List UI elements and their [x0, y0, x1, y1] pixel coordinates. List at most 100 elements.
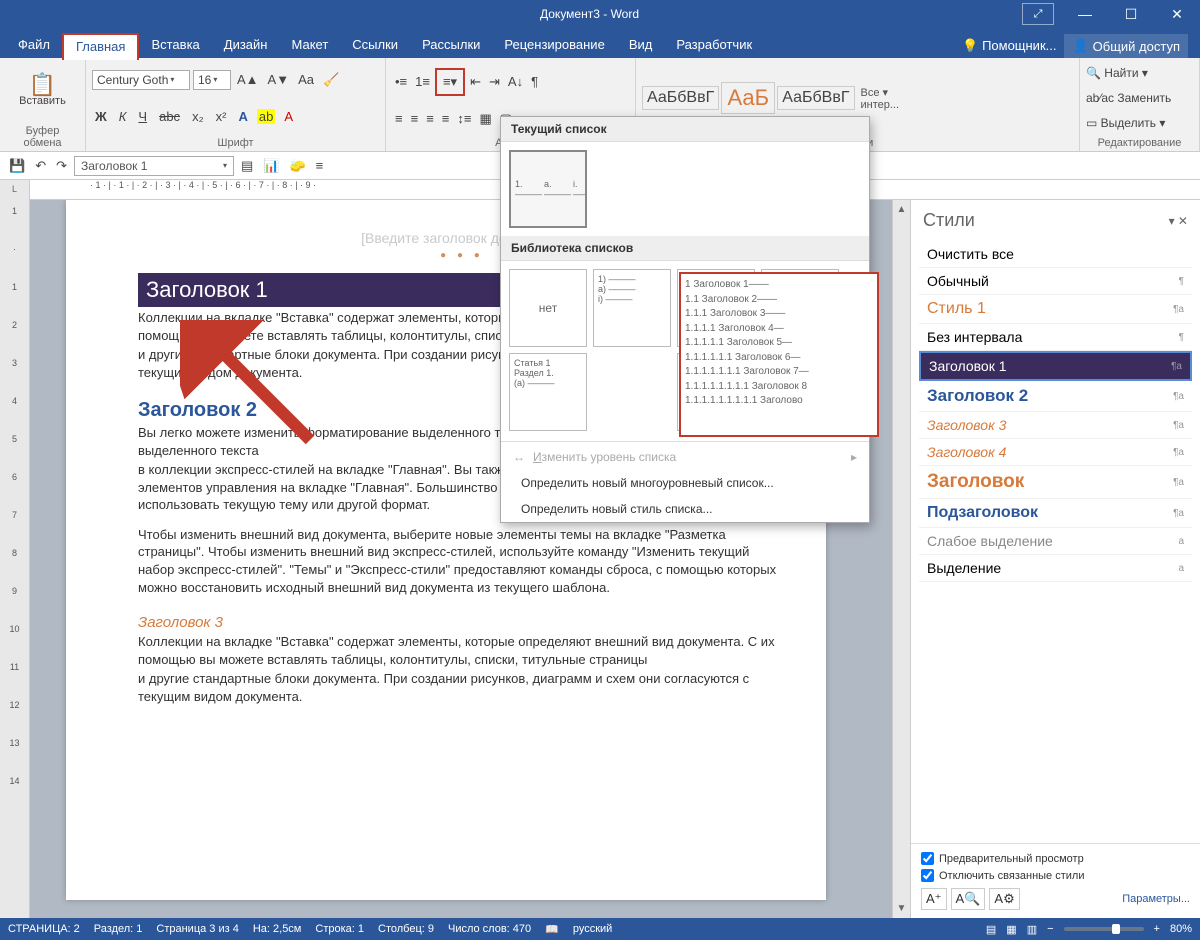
- close-button[interactable]: ✕: [1154, 0, 1200, 28]
- qat-icon[interactable]: 🧽: [286, 156, 308, 176]
- strike-button[interactable]: abc: [156, 107, 183, 126]
- font-name-select[interactable]: Century Goth▾: [92, 70, 190, 90]
- define-new-multilevel-menu[interactable]: Определить новый многоуровневый список..…: [501, 470, 869, 496]
- list-preview[interactable]: 1) ———a) ———i) ———: [593, 269, 671, 347]
- redo-icon[interactable]: ↷: [53, 156, 70, 176]
- ribbon-display-icon[interactable]: ⤢: [1022, 3, 1054, 25]
- undo-icon[interactable]: ↶: [32, 156, 49, 176]
- list-preview-none[interactable]: нет: [509, 269, 587, 347]
- bold-button[interactable]: Ж: [92, 107, 110, 126]
- status-column[interactable]: Столбец: 9: [378, 923, 434, 935]
- style-item[interactable]: Обычный¶: [919, 268, 1192, 295]
- style-item[interactable]: Без интервала¶: [919, 324, 1192, 351]
- paste-button[interactable]: 📋 Вставить: [16, 75, 69, 109]
- list-preview-current[interactable]: 1. ——— a. ——— i. ———: [509, 150, 587, 228]
- share-button[interactable]: 👤 Общий доступ: [1064, 34, 1188, 58]
- preview-checkbox[interactable]: Предварительный просмотр: [921, 852, 1190, 865]
- save-icon[interactable]: 💾: [6, 156, 28, 176]
- styles-all[interactable]: Все ▾: [861, 86, 900, 99]
- font-size-select[interactable]: 16▾: [193, 70, 231, 90]
- disable-linked-checkbox[interactable]: Отключить связанные стили: [921, 869, 1190, 882]
- shading-icon[interactable]: ▦: [476, 109, 494, 129]
- style-item[interactable]: Заголовок 3¶a: [919, 412, 1192, 439]
- numbering-icon[interactable]: 1≡: [412, 72, 433, 91]
- style-item[interactable]: Подзаголовок¶a: [919, 499, 1192, 528]
- tab-references[interactable]: Ссылки: [340, 31, 410, 58]
- tell-me[interactable]: 💡 Помощник...: [962, 38, 1056, 54]
- list-preview-highlighted[interactable]: 1 Заголовок 1——1.1 Заголовок 2——1.1.1 За…: [679, 272, 879, 437]
- qat-icon[interactable]: ≡: [313, 156, 327, 175]
- italic-button[interactable]: К: [116, 107, 130, 126]
- style-item[interactable]: Заголовок 4¶a: [919, 439, 1192, 466]
- font-color-icon[interactable]: A: [281, 107, 296, 126]
- style-item[interactable]: Слабое выделениеa: [919, 528, 1192, 555]
- decrease-indent-icon[interactable]: ⇤: [467, 72, 484, 92]
- multilevel-list-button[interactable]: ≡▾: [435, 68, 465, 96]
- find-button[interactable]: 🔍 Найти ▾: [1086, 66, 1193, 80]
- status-page[interactable]: СТРАНИЦА: 2: [8, 923, 80, 935]
- tab-developer[interactable]: Разработчик: [664, 31, 764, 58]
- new-style-icon[interactable]: A⁺: [921, 888, 947, 910]
- tab-design[interactable]: Дизайн: [212, 31, 280, 58]
- highlight-icon[interactable]: ab: [257, 109, 275, 124]
- qat-icon[interactable]: 📊: [260, 156, 282, 176]
- style-clear-all[interactable]: Очистить все: [919, 241, 1192, 268]
- show-marks-icon[interactable]: ¶: [528, 72, 541, 91]
- styles-options-link[interactable]: Параметры...: [1122, 893, 1190, 905]
- shrink-font-icon[interactable]: A▼: [265, 70, 293, 89]
- tab-mailings[interactable]: Рассылки: [410, 31, 492, 58]
- grow-font-icon[interactable]: A▲: [234, 70, 262, 89]
- align-right-icon[interactable]: ≡: [423, 109, 437, 128]
- style-item[interactable]: Выделениеa: [919, 555, 1192, 582]
- increase-indent-icon[interactable]: ⇥: [486, 72, 503, 92]
- align-center-icon[interactable]: ≡: [408, 109, 422, 128]
- maximize-button[interactable]: ☐: [1108, 0, 1154, 28]
- subscript-button[interactable]: x₂: [189, 107, 207, 126]
- zoom-out-button[interactable]: −: [1047, 923, 1053, 935]
- tab-view[interactable]: Вид: [617, 31, 665, 58]
- underline-button[interactable]: Ч: [135, 107, 150, 126]
- replace-button[interactable]: ab⁄ac Заменить: [1086, 91, 1193, 105]
- status-word-count[interactable]: Число слов: 470: [448, 923, 531, 935]
- status-spellcheck-icon[interactable]: 📖: [545, 923, 559, 936]
- qat-icon[interactable]: ▤: [238, 156, 256, 176]
- superscript-button[interactable]: x²: [213, 107, 230, 126]
- style-item[interactable]: Заголовок 2¶a: [919, 381, 1192, 412]
- change-case-icon[interactable]: Aa: [295, 70, 317, 89]
- view-read-icon[interactable]: ▤: [986, 923, 996, 936]
- styles-drop-icon[interactable]: ▾ ✕: [1169, 214, 1188, 228]
- ruler-vertical[interactable]: 1·1234567891011121314: [0, 200, 30, 918]
- style-picker[interactable]: Заголовок 1▾: [74, 156, 234, 176]
- sort-icon[interactable]: A↓: [505, 72, 526, 91]
- style-item[interactable]: Стиль 1¶a: [919, 295, 1192, 324]
- tab-file[interactable]: Файл: [6, 31, 62, 58]
- tab-review[interactable]: Рецензирование: [492, 31, 616, 58]
- heading-3[interactable]: Заголовок 3: [138, 614, 786, 631]
- style-gallery-item[interactable]: АаБбВвГ: [777, 86, 854, 110]
- style-item[interactable]: Заголовок¶a: [919, 466, 1192, 499]
- select-button[interactable]: ▭ Выделить ▾: [1086, 116, 1193, 130]
- view-print-icon[interactable]: ▦: [1006, 923, 1016, 936]
- minimize-button[interactable]: —: [1062, 0, 1108, 28]
- align-left-icon[interactable]: ≡: [392, 109, 406, 128]
- view-web-icon[interactable]: ▥: [1027, 923, 1037, 936]
- define-new-list-style-menu[interactable]: Определить новый стиль списка...: [501, 496, 869, 522]
- tab-home[interactable]: Главная: [62, 33, 139, 60]
- list-preview[interactable]: Статья 1Раздел 1.(a) ———: [509, 353, 587, 431]
- bullets-icon[interactable]: •≡: [392, 72, 410, 91]
- zoom-slider[interactable]: [1064, 927, 1144, 931]
- status-language[interactable]: русский: [573, 923, 612, 935]
- style-gallery-item[interactable]: АаБбВвГ: [642, 86, 719, 110]
- zoom-level[interactable]: 80%: [1170, 923, 1192, 935]
- vertical-scrollbar[interactable]: ▲▼: [892, 200, 910, 918]
- text-effects-icon[interactable]: A: [235, 107, 250, 126]
- justify-icon[interactable]: ≡: [439, 109, 453, 128]
- manage-styles-icon[interactable]: A⚙: [989, 888, 1019, 910]
- status-section[interactable]: Раздел: 1: [94, 923, 143, 935]
- zoom-in-button[interactable]: +: [1154, 923, 1160, 935]
- style-gallery-item[interactable]: АаБ: [721, 82, 775, 114]
- line-spacing-icon[interactable]: ↕≡: [454, 109, 474, 128]
- status-line[interactable]: Строка: 1: [315, 923, 364, 935]
- tab-layout[interactable]: Макет: [279, 31, 340, 58]
- tab-insert[interactable]: Вставка: [139, 31, 211, 58]
